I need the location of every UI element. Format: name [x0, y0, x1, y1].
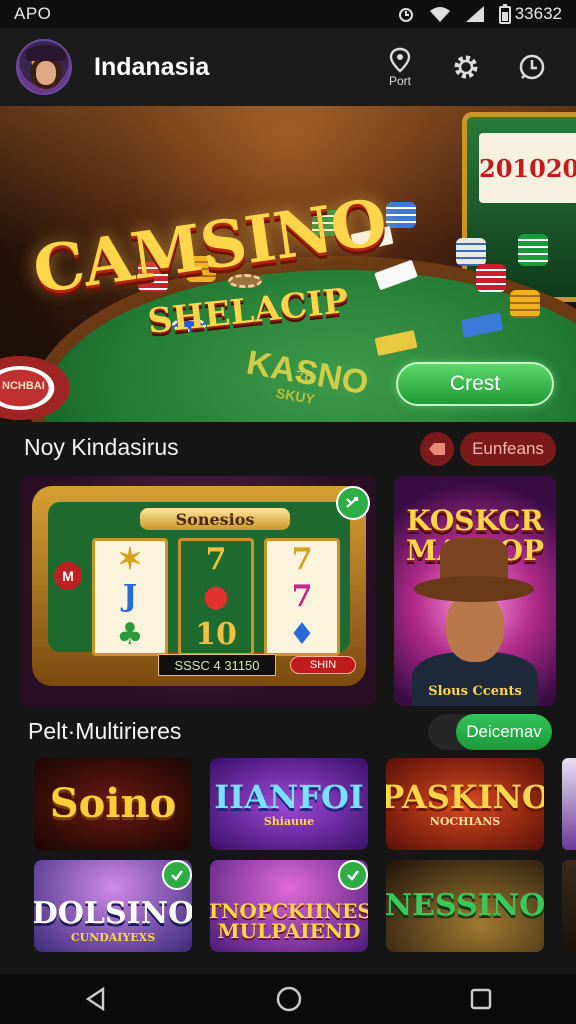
slot-symbol: 20: [479, 153, 513, 183]
history-button[interactable]: [504, 39, 560, 95]
location-pin-icon: [389, 47, 411, 73]
slots-banner: Sonesios: [140, 508, 290, 530]
check-badge: [338, 860, 368, 890]
poster-title-line: KOSKCR: [406, 504, 544, 537]
alarm-icon: [398, 8, 413, 22]
tile-title: IIANFOI: [214, 777, 364, 816]
hat-brim: [414, 576, 534, 602]
game-tile[interactable]: PASKINO NOCHIANS: [386, 758, 544, 850]
tile-title: TNOPCKIINES: [210, 899, 368, 923]
reel-symbol: J: [122, 579, 138, 615]
gear-icon: [454, 55, 478, 79]
slot-symbol: 20: [545, 153, 576, 183]
reel-symbol: ✶: [117, 542, 143, 578]
slots-meter: SSSC 4 31150: [158, 654, 276, 676]
tile-subtitle: NOCHIANS: [429, 814, 501, 828]
tile-subtitle: Shiauue: [263, 814, 315, 828]
settings-button[interactable]: [438, 39, 494, 95]
status-right-text: 33632: [514, 4, 562, 23]
game-tile[interactable]: NESSINO: [386, 860, 544, 952]
reel-symbol: ♦: [288, 616, 316, 652]
check-icon: [171, 870, 183, 881]
check-badge: [162, 860, 192, 890]
status-left-text: APO: [14, 4, 52, 23]
status-bar: APO 33632: [0, 0, 576, 28]
game-tile[interactable]: DOLSINO CUNDAIYEXS: [34, 860, 192, 952]
slot-reel: 7 ● 10: [178, 538, 254, 656]
section-title-featured: Noy Kindasirus: [24, 434, 179, 460]
tile-title: NESSINO: [386, 888, 544, 923]
felt-number: 78: [296, 368, 313, 385]
game-tile[interactable]: Soino: [34, 758, 192, 850]
port-button[interactable]: Port: [372, 39, 428, 95]
shuffle-badge[interactable]: [336, 486, 370, 520]
back-icon[interactable]: [83, 986, 109, 1012]
reel-symbol: 10: [195, 616, 237, 652]
game-tile[interactable]: TNOPCKIINES MULPAIEND: [210, 860, 368, 952]
toggle-label: Deicemav: [456, 714, 552, 750]
reel-symbol: 7: [291, 579, 313, 615]
slot-reel: 7 7 ♦: [264, 538, 340, 656]
app-header: Indanasia Port: [0, 28, 576, 106]
tile-subtitle: CUNDAIYEXS: [70, 930, 156, 944]
game-tile[interactable]: IIANFOI Shiauue: [210, 758, 368, 850]
tag-icon: [429, 443, 445, 455]
home-icon[interactable]: [275, 985, 303, 1013]
character-face: [446, 592, 504, 662]
wifi-icon: [429, 7, 450, 22]
tile-title: Soino: [49, 780, 177, 827]
side-chip: M: [54, 562, 82, 590]
game-tile-peek[interactable]: [562, 758, 576, 850]
history-icon: [519, 54, 545, 80]
poster-caption: Slous Ccents: [428, 684, 522, 699]
shuffle-icon: [346, 496, 359, 508]
cellular-icon: [465, 6, 484, 22]
reel-symbol: 7: [205, 542, 227, 578]
avatar[interactable]: [16, 39, 72, 95]
check-icon: [347, 870, 359, 881]
hero-cta-button[interactable]: Crest: [396, 362, 554, 406]
recents-icon[interactable]: [469, 987, 493, 1011]
tile-subtitle: MULPAIEND: [217, 919, 361, 943]
app-screen: APO 33632 Indanasia Port 20 10 20 CAMSIN…: [0, 0, 576, 1024]
eunfeans-pill-button[interactable]: Eunfeans: [460, 432, 556, 466]
spin-button[interactable]: SHIN: [290, 656, 356, 674]
reel-symbol: ♣: [116, 616, 144, 652]
section-title-multi: Pelt·Multirieres: [28, 718, 182, 744]
slots-game-card[interactable]: Sonesios ✶ J ♣ 7 ● 10 7 7 ♦ SSSC 4 31150: [20, 476, 376, 706]
battery-icon: [498, 4, 511, 24]
slot-symbol: 10: [512, 153, 546, 183]
game-tile-peek[interactable]: [562, 860, 576, 952]
tile-title: DOLSINO: [34, 895, 192, 931]
tile-title: PASKINO: [386, 777, 544, 816]
reel-symbol: 7: [291, 542, 313, 578]
reel-symbol: ●: [202, 579, 230, 615]
poster-game-card[interactable]: KOSKCR MALSOP Slous Ccents: [394, 476, 556, 706]
system-nav-bar: [0, 974, 576, 1024]
deicemav-toggle[interactable]: Deicemav: [428, 714, 552, 750]
chip-label: NCHBAI: [2, 380, 45, 392]
filter-button[interactable]: [420, 432, 454, 466]
username: Indanasia: [94, 52, 210, 81]
slot-reel: ✶ J ♣: [92, 538, 168, 656]
port-label: Port: [388, 73, 411, 88]
